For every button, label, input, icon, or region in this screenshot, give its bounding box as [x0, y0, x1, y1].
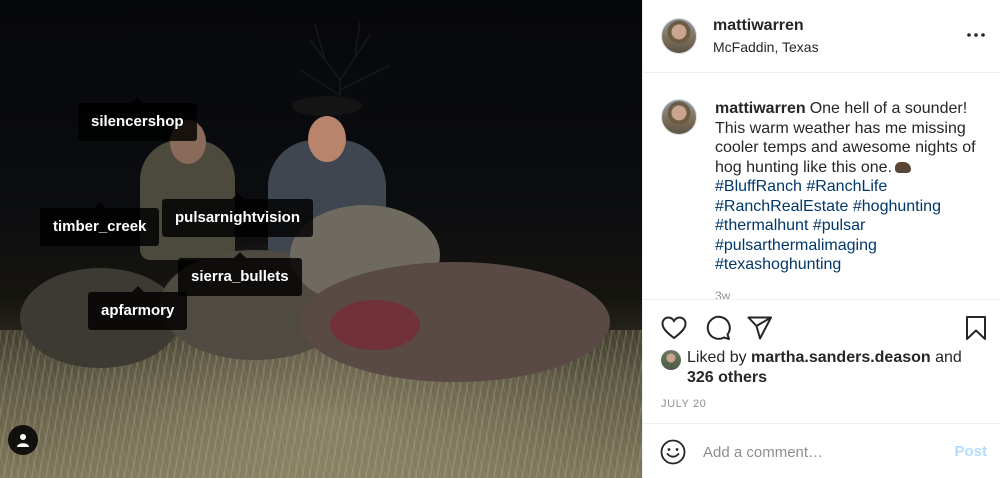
- caption-area[interactable]: mattiwarren One hell of a sounder! This w…: [643, 74, 1000, 300]
- comment-input[interactable]: [703, 440, 933, 464]
- post-header: mattiwarren McFaddin, Texas: [643, 0, 1000, 73]
- tagged-users-button[interactable]: [8, 425, 38, 455]
- hashtag[interactable]: #hoghunting: [853, 198, 941, 215]
- hog-wound: [330, 300, 420, 350]
- photo-tag[interactable]: pulsarnightvision: [162, 193, 314, 237]
- action-bar: [643, 303, 1000, 351]
- smiley-icon: [660, 439, 686, 465]
- comment-icon: [706, 315, 731, 340]
- more-horizontal-icon: [967, 33, 985, 37]
- avatar[interactable]: [661, 99, 697, 135]
- paper-plane-icon: [747, 316, 772, 340]
- hashtag[interactable]: #RanchRealEstate: [715, 198, 848, 215]
- likes-others-link[interactable]: 326 others: [687, 369, 767, 386]
- post-comment-button[interactable]: Post: [954, 443, 987, 460]
- user-icon: [17, 434, 29, 447]
- hashtag[interactable]: #pulsarthermalimaging: [715, 237, 877, 254]
- post-location[interactable]: McFaddin, Texas: [713, 39, 819, 55]
- likes-joiner: and: [935, 349, 962, 366]
- like-button[interactable]: [659, 313, 689, 343]
- photo-tag[interactable]: apfarmory: [88, 286, 188, 330]
- hashtag[interactable]: #thermalhunt: [715, 217, 808, 234]
- bookmark-icon: [966, 316, 986, 340]
- post-date[interactable]: JULY 20: [661, 398, 706, 410]
- avatar[interactable]: [661, 350, 681, 370]
- comment-button[interactable]: [703, 313, 733, 343]
- photo-tag[interactable]: silencershop: [78, 97, 197, 141]
- more-options-button[interactable]: [965, 24, 987, 46]
- caption-timestamp: 3w: [715, 289, 731, 300]
- hashtag[interactable]: #pulsar: [813, 217, 865, 234]
- hashtag[interactable]: #texashoghunting: [715, 256, 841, 273]
- photo-tag[interactable]: timber_creek: [40, 202, 160, 246]
- share-button[interactable]: [745, 313, 775, 343]
- likes-summary: Liked by martha.sanders.deason and 326 o…: [661, 348, 991, 388]
- likes-prefix: Liked by: [687, 349, 747, 366]
- caption-username[interactable]: mattiwarren: [715, 100, 806, 117]
- author-username[interactable]: mattiwarren: [713, 17, 804, 35]
- save-button[interactable]: [961, 313, 991, 343]
- heart-icon: [661, 316, 687, 340]
- post-side-panel: mattiwarren McFaddin, Texas mattiwarren O…: [642, 0, 1000, 478]
- hashtag[interactable]: #RanchLife: [806, 178, 887, 195]
- hashtag[interactable]: #BluffRanch: [715, 178, 802, 195]
- post-caption: mattiwarren One hell of a sounder! This w…: [715, 99, 983, 275]
- post-photo[interactable]: silencershop timber_creek pulsarnightvis…: [0, 0, 642, 478]
- boar-emoji: [895, 161, 912, 173]
- avatar[interactable]: [661, 18, 697, 54]
- photo-tag[interactable]: sierra_bullets: [178, 252, 302, 296]
- comment-bar: Post: [643, 423, 1000, 478]
- liker-username[interactable]: martha.sanders.deason: [751, 349, 931, 366]
- emoji-button[interactable]: [659, 438, 687, 466]
